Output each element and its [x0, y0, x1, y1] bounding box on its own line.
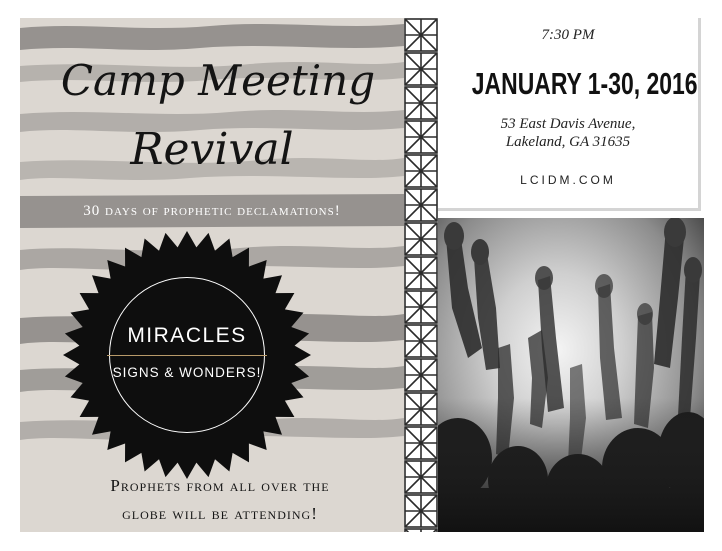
subtitle: 30 days of prophetic declamations!	[83, 203, 341, 219]
event-dates: JANUARY 1-30, 2016	[471, 66, 698, 101]
badge-divider	[107, 355, 267, 356]
seal-badge: MIRACLES SIGNS & WONDERS!	[62, 228, 312, 482]
badge-main-text: MIRACLES	[127, 324, 247, 347]
title-line-2: Revival	[130, 124, 294, 175]
crowd-raised-hands-photo	[438, 218, 704, 532]
event-info-card: 7:30 PM JANUARY 1-30, 2016 53 East Davis…	[438, 18, 701, 211]
title-line-1: Camp Meeting	[60, 56, 376, 105]
address-line-1: 53 East Davis Avenue,	[500, 116, 636, 132]
footer-line-2: globe will be attending!	[122, 504, 318, 523]
website-link[interactable]: LCIDM.COM	[438, 173, 698, 187]
address-line-2: Lakeland, GA 31635	[505, 134, 631, 150]
left-panel: Camp Meeting Revival 30 days of propheti…	[20, 18, 404, 532]
event-time: 7:30 PM	[541, 27, 595, 43]
footer-line-1: Prophets from all over the	[110, 476, 330, 495]
badge-sub-text: SIGNS & WONDERS!	[112, 365, 262, 380]
flyer: Camp Meeting Revival 30 days of propheti…	[0, 0, 722, 551]
lattice-pattern-strip	[404, 18, 438, 532]
